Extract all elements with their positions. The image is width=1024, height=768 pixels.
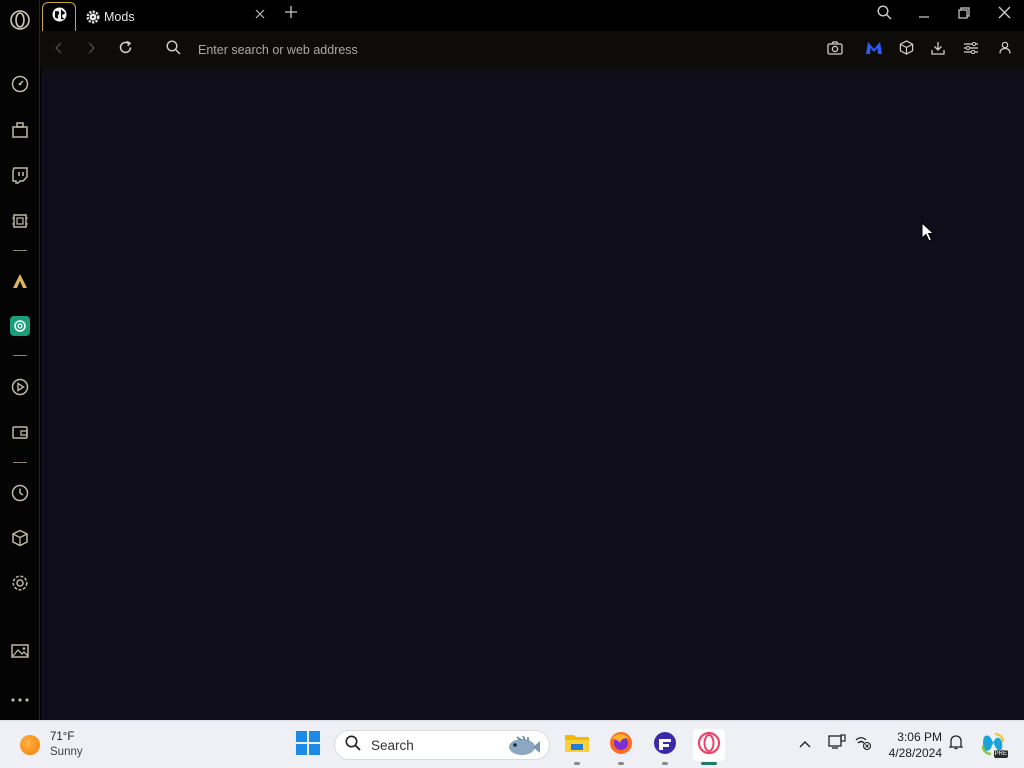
settings-icon[interactable] [8, 571, 32, 595]
taskbar-search-label: Search [371, 737, 414, 753]
minimize-icon [918, 6, 930, 24]
snapshot-button[interactable] [824, 39, 846, 61]
restore-button[interactable] [952, 4, 976, 26]
tab-mods[interactable]: Mods [80, 2, 276, 31]
cube-icon [899, 40, 914, 60]
sliders-icon [964, 41, 978, 59]
opera-icon [697, 731, 721, 760]
weather-widget[interactable]: 71°F Sunny [20, 729, 83, 761]
search-icon [345, 735, 361, 756]
gx-control-icon[interactable] [8, 209, 32, 233]
running-indicator [662, 762, 668, 765]
running-indicator [574, 762, 580, 765]
download-icon [931, 41, 945, 60]
running-indicator [701, 762, 717, 765]
close-icon [255, 6, 265, 24]
account-button[interactable] [994, 39, 1016, 61]
user-icon [999, 41, 1011, 59]
tab-bar: Mods [40, 0, 1024, 31]
tab-search-button[interactable] [872, 4, 896, 26]
reload-icon [118, 40, 133, 60]
close-window-button[interactable] [992, 4, 1016, 26]
tab-mods-label: Mods [104, 9, 135, 24]
clock-time: 3:06 PM [897, 730, 942, 744]
running-indicator [618, 762, 624, 765]
sidebar-separator [13, 250, 27, 251]
page-content[interactable] [41, 69, 1024, 720]
taskbar-firefox[interactable] [605, 729, 637, 765]
windows-logo-icon [296, 730, 320, 760]
tab-globe[interactable] [42, 2, 76, 31]
address-input[interactable] [198, 41, 718, 59]
tray-network-button[interactable] [852, 733, 874, 755]
copilot-icon: PRE [981, 732, 1008, 758]
more-icon[interactable] [8, 688, 32, 712]
notifications-button[interactable] [945, 733, 967, 755]
sidebar-separator [13, 355, 27, 356]
new-tab-button[interactable] [282, 5, 300, 23]
copilot-button[interactable]: PRE [980, 731, 1008, 758]
weather-condition: Sunny [50, 746, 83, 758]
tray-display-icon-button[interactable] [826, 733, 848, 755]
twitch-icon[interactable] [8, 163, 32, 187]
search-icon [876, 5, 892, 25]
address-search-icon-wrap [162, 39, 184, 61]
aria-icon[interactable] [8, 269, 32, 293]
chevron-left-icon [54, 41, 64, 59]
sidebar [0, 0, 40, 720]
extensions-icon[interactable] [8, 118, 32, 142]
chevron-up-icon [799, 735, 811, 753]
taskbar-search[interactable]: Search [334, 730, 550, 760]
speed-dial-icon[interactable] [8, 72, 32, 96]
restore-icon [958, 6, 970, 24]
wallet-icon[interactable] [8, 420, 32, 444]
easy-setup-button[interactable] [960, 39, 982, 61]
malwarebytes-icon [865, 41, 883, 60]
search-icon [165, 40, 181, 60]
gallery-icon[interactable] [8, 639, 32, 663]
plus-icon [285, 5, 297, 23]
mouse-cursor-icon [921, 221, 935, 247]
history-icon[interactable] [8, 481, 32, 505]
close-tab-button[interactable] [252, 7, 268, 23]
sun-icon [20, 735, 40, 755]
start-button[interactable] [292, 729, 324, 761]
taskbar-file-explorer[interactable] [561, 729, 593, 765]
screen: Mods Enter search or web address 71°F Su… [0, 0, 1024, 768]
copilot-badge: PRE [993, 750, 1008, 758]
player-icon[interactable] [8, 375, 32, 399]
app-logo-icon [653, 731, 677, 760]
show-hidden-icons-button[interactable] [794, 733, 816, 755]
taskbar-clock[interactable]: 3:06 PM 4/28/2024 [878, 729, 942, 761]
sidebar-separator [13, 462, 27, 463]
gear-icon [86, 9, 100, 24]
globe-icon [52, 7, 67, 27]
firefox-icon [609, 731, 633, 760]
extensions-button[interactable] [895, 39, 917, 61]
reload-button[interactable] [114, 39, 136, 61]
chevron-right-icon [86, 41, 96, 59]
folder-icon [564, 732, 590, 759]
camera-icon [827, 40, 843, 60]
taskbar-opera-gx[interactable] [693, 729, 725, 765]
weather-temp: 71°F [50, 731, 75, 743]
chatgpt-icon[interactable] [8, 314, 32, 338]
taskbar: 71°F Sunny Search 3:06 PM 4/28/2024 PRE [0, 720, 1024, 768]
minimize-button[interactable] [912, 4, 936, 26]
mods-icon[interactable] [8, 526, 32, 550]
opera-logo-icon[interactable] [8, 8, 32, 32]
taskbar-app-purple[interactable] [649, 729, 681, 765]
back-button[interactable] [48, 39, 70, 61]
downloads-button[interactable] [927, 39, 949, 61]
display-icon [828, 733, 846, 755]
clock-date: 4/28/2024 [888, 746, 942, 760]
close-icon [998, 6, 1011, 24]
forward-button[interactable] [80, 39, 102, 61]
bell-icon [948, 734, 964, 755]
malwarebytes-extension-button[interactable] [863, 39, 885, 61]
network-disconnected-icon [854, 734, 872, 755]
search-highlight-icon [505, 733, 541, 764]
address-bar-row [40, 31, 1024, 69]
